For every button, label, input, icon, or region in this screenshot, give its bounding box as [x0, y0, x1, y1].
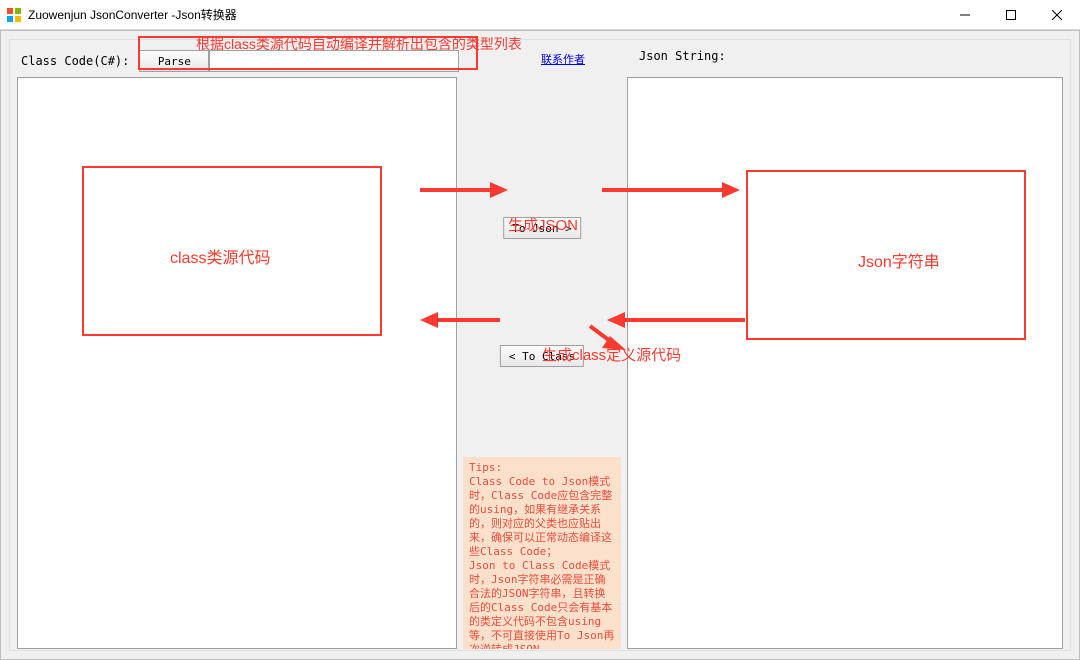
to-json-button[interactable]: To Json >: [503, 217, 581, 239]
class-type-combo[interactable]: [209, 50, 459, 72]
class-code-label: Class Code(C#):: [21, 54, 129, 68]
class-code-panel: [17, 77, 457, 649]
window-controls: [942, 0, 1080, 29]
minimize-button[interactable]: [942, 0, 988, 29]
json-string-textarea[interactable]: [627, 77, 1063, 649]
tips-heading: Tips:: [469, 461, 502, 474]
tips-box: Tips: Class Code to Json模式时，Class Code应包…: [463, 457, 621, 649]
tips-body: Class Code to Json模式时，Class Code应包含完整的us…: [469, 475, 614, 649]
class-code-textarea[interactable]: [17, 77, 457, 649]
to-class-button[interactable]: < To Class: [500, 345, 584, 367]
json-string-label: Json String:: [639, 49, 726, 63]
contact-author-link[interactable]: 联系作者: [541, 51, 585, 67]
close-button[interactable]: [1034, 0, 1080, 29]
json-string-panel: [627, 77, 1063, 649]
app-icon: [6, 7, 22, 23]
window-title: Zuowenjun JsonConverter -Json转换器: [28, 6, 942, 23]
titlebar: Zuowenjun JsonConverter -Json转换器: [0, 0, 1080, 30]
parse-button[interactable]: Parse: [139, 50, 209, 72]
window-body: Class Code(C#): Parse 联系作者 Json String: …: [0, 30, 1080, 660]
maximize-button[interactable]: [988, 0, 1034, 29]
toolbar-row: Class Code(C#): Parse 联系作者 Json String:: [21, 47, 1059, 75]
middle-panel: To Json > < To Class Tips: Class Code to…: [457, 77, 627, 649]
